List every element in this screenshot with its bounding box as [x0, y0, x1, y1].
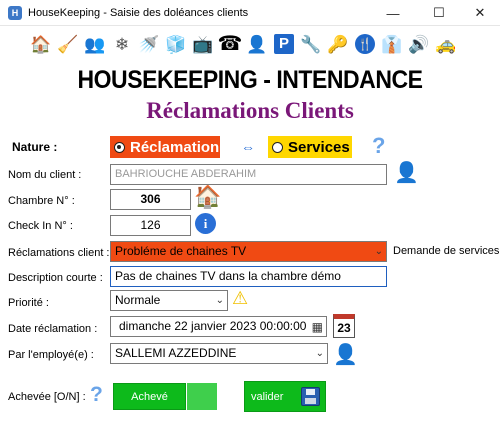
receptionist-icon[interactable]: 👤	[244, 30, 270, 58]
parking-icon[interactable]: P	[271, 30, 297, 58]
description-label: Description courte :	[8, 272, 103, 284]
checkin-field[interactable]: 126	[110, 215, 191, 236]
calendar-day: 23	[337, 321, 351, 335]
services-option-label: Services	[288, 138, 350, 156]
tools-icon[interactable]: 🔧	[298, 30, 324, 58]
maximize-button[interactable]: ☐	[419, 0, 459, 26]
achevee-toggle[interactable]	[187, 383, 217, 410]
nature-label: Nature :	[12, 140, 58, 154]
swap-arrows-icon[interactable]: ⇔	[241, 139, 255, 155]
client-label: Nom du client :	[8, 169, 82, 181]
employee-user-icon[interactable]: 👤	[333, 342, 358, 367]
telephone-icon[interactable]: ☎	[217, 30, 243, 58]
page-subtitle: Réclamations Clients	[146, 98, 354, 123]
save-icon	[301, 387, 320, 406]
employe-label: Par l'employé(e) :	[8, 349, 94, 361]
nature-services-radio[interactable]: Services	[268, 136, 352, 158]
app-icon: H	[8, 6, 22, 20]
air-conditioner-icon[interactable]: ❄	[109, 30, 135, 58]
client-user-icon[interactable]: 👤	[394, 160, 419, 185]
window-title: HouseKeeping - Saisie des doléances clie…	[28, 7, 249, 19]
info-icon[interactable]: i	[195, 213, 216, 234]
achevee-button[interactable]: Achevé	[113, 383, 186, 410]
room-house-icon[interactable]: 🏠	[194, 184, 221, 210]
cleaning-staff-icon[interactable]: 🧹	[55, 30, 81, 58]
demande-services-label: Demande de services	[393, 245, 500, 257]
hanger-icon[interactable]: 👔	[379, 30, 405, 58]
restaurant-icon[interactable]: 🍴	[352, 30, 378, 58]
shower-icon[interactable]: 🚿	[136, 30, 162, 58]
reclamation-selected-value: Probléme de chaines TV	[115, 244, 247, 258]
reclamation-select[interactable]: Probléme de chaines TV ⌄	[110, 241, 387, 262]
key-icon[interactable]: 🔑	[325, 30, 351, 58]
valider-button[interactable]: valider	[244, 381, 326, 412]
client-name-field[interactable]: BAHRIOUCHE ABDERAHIM	[110, 164, 387, 185]
chevron-down-icon: ⌄	[315, 348, 324, 359]
chambre-label: Chambre N° :	[8, 195, 75, 207]
achevee-label: Achevée [O/N] :	[8, 391, 86, 403]
reclamation-label: Réclamations client :	[8, 247, 110, 259]
employe-select[interactable]: SALLEMI AZZEDDINE ⌄	[110, 343, 328, 364]
close-button[interactable]: ✕	[460, 0, 500, 26]
employe-selected-value: SALLEMI AZZEDDINE	[115, 346, 237, 360]
chambre-field[interactable]: 306	[110, 189, 191, 210]
nature-reclamation-radio[interactable]: Réclamation	[110, 136, 220, 158]
chevron-down-icon: ⌄	[215, 295, 224, 306]
radio-selected-icon	[114, 141, 125, 153]
calendar-picker-icon[interactable]: ▦	[312, 318, 323, 336]
date-field[interactable]: dimanche 22 janvier 2023 00:00:00 ▦	[110, 316, 327, 337]
checkin-label: Check In N° :	[8, 220, 73, 232]
chevron-down-icon: ⌄	[374, 246, 383, 257]
minibar-icon[interactable]: 🧊	[163, 30, 189, 58]
priorite-select[interactable]: Normale ⌄	[110, 290, 228, 311]
speaker-icon[interactable]: 🔊	[406, 30, 432, 58]
warning-icon: ⚠	[232, 288, 249, 308]
staff-group-icon[interactable]: 👥	[82, 30, 108, 58]
priorite-label: Priorité :	[8, 297, 49, 309]
minimize-button[interactable]: —	[373, 0, 413, 26]
help-icon[interactable]: ?	[90, 383, 103, 407]
home-icon[interactable]: 🏠	[28, 30, 54, 58]
title-bar: H HouseKeeping - Saisie des doléances cl…	[0, 0, 500, 26]
description-field[interactable]: Pas de chaines TV dans la chambre démo	[110, 266, 387, 287]
priorite-selected-value: Normale	[115, 293, 161, 307]
page-title: HOUSEKEEPING - INTENDANCE	[77, 66, 423, 94]
date-label: Date réclamation :	[8, 323, 98, 335]
valider-label: valider	[251, 390, 284, 403]
tv-icon[interactable]: 📺	[190, 30, 216, 58]
reclamation-option-label: Réclamation	[130, 138, 220, 156]
taxi-icon[interactable]: 🚕	[433, 30, 459, 58]
calendar-icon[interactable]: 23	[333, 314, 355, 338]
help-icon[interactable]: ?	[372, 133, 385, 159]
radio-unselected-icon	[272, 141, 283, 153]
date-value: dimanche 22 janvier 2023 00:00:00	[119, 319, 307, 333]
